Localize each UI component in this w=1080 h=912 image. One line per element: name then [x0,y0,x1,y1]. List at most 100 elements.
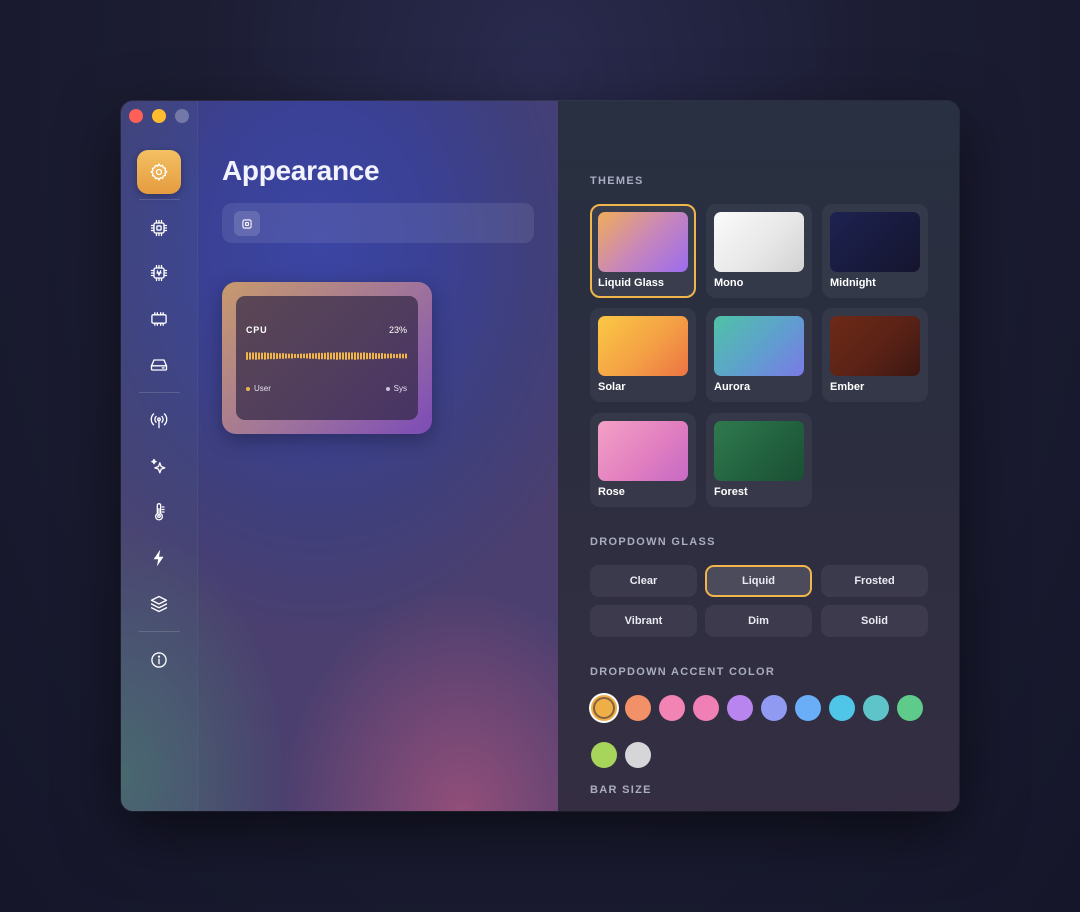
usage-bar [285,353,287,359]
glass-option-clear[interactable]: Clear [590,565,697,597]
usage-bar [354,352,356,360]
usage-bar [375,353,377,359]
usage-bar [327,352,329,360]
theme-card-liquid-glass[interactable]: Liquid Glass [590,204,696,298]
gear-icon [150,163,168,181]
sidebar-item-network[interactable] [137,399,181,443]
theme-card-rose[interactable]: Rose [590,413,696,507]
usage-bar [369,352,371,360]
usage-bar [333,352,335,360]
usage-bar [306,353,308,359]
legend-sys: Sys [385,384,407,393]
usage-bar [366,352,368,360]
sidebar-item-ai[interactable] [137,445,181,489]
accent-color-swatch[interactable] [897,695,923,721]
theme-preview: CPU 23% User Sys [222,282,432,434]
usage-bar [309,353,311,359]
close-button[interactable] [129,109,143,123]
usage-bar [330,352,332,360]
theme-card-aurora[interactable]: Aurora [706,308,812,402]
accent-color-swatch[interactable] [591,742,617,768]
usage-bar [342,352,344,360]
glass-option-vibrant[interactable]: Vibrant [590,605,697,637]
info-icon [151,652,167,668]
glass-option-dim[interactable]: Dim [705,605,812,637]
usage-bar [387,353,389,359]
sidebar-item-temperature[interactable] [137,490,181,534]
minimize-button[interactable] [152,109,166,123]
theme-card-forest[interactable]: Forest [706,413,812,507]
accent-color-swatch[interactable] [591,695,617,721]
accent-color-swatch[interactable] [625,695,651,721]
thermometer-icon [155,503,165,521]
theme-swatch [598,421,688,481]
sidebar-item-cpu[interactable] [137,206,181,250]
theme-name: Rose [598,486,625,498]
glass-option-solid[interactable]: Solid [821,605,928,637]
theme-name: Solar [598,381,626,393]
sidebar-divider [139,392,180,393]
dropdown-glass-heading: DROPDOWN GLASS [590,536,716,548]
theme-card-ember[interactable]: Ember [822,308,928,402]
usage-bar [345,352,347,360]
usage-bar [264,352,266,360]
glass-option-liquid[interactable]: Liquid [705,565,812,597]
usage-bar [384,353,386,359]
accent-color-swatch[interactable] [863,695,889,721]
usage-bar [276,353,278,359]
preview-cpu-label: CPU [246,325,268,335]
usage-bar [288,353,290,359]
theme-card-midnight[interactable]: Midnight [822,204,928,298]
sidebar-item-settings[interactable] [137,150,181,194]
usage-bar [282,353,284,359]
sidebar-item-about[interactable] [137,638,181,682]
sidebar-item-power[interactable] [137,536,181,580]
sidebar-item-memory[interactable] [137,297,181,341]
usage-bar [393,353,395,359]
lightning-icon [153,549,164,567]
accent-color-swatch[interactable] [693,695,719,721]
usage-bar [336,352,338,360]
accent-color-swatch[interactable] [761,695,787,721]
usage-bar [321,352,323,360]
usage-bar [258,352,260,360]
themes-heading: THEMES [590,175,644,187]
usage-bar [339,352,341,360]
usage-bar [378,353,380,359]
usage-bar [312,353,314,359]
sidebar-item-layers[interactable] [137,582,181,626]
accent-color-swatch[interactable] [727,695,753,721]
theme-name: Ember [830,381,865,393]
glass-option-frosted[interactable]: Frosted [821,565,928,597]
accent-color-swatch[interactable] [659,695,685,721]
toolbar-bar[interactable] [222,203,534,243]
usage-bar [399,353,401,359]
preview-cpu-value: 23% [388,325,407,335]
sidebar-item-disk[interactable] [137,343,181,387]
legend-user-label: User [254,384,271,393]
theme-name: Forest [714,486,748,498]
sidebar-item-gpu[interactable] [137,251,181,295]
usage-bar [294,353,296,359]
window-controls [129,109,189,123]
usage-bar [381,353,383,359]
usage-bar [348,352,350,360]
usage-bar [252,352,254,360]
theme-swatch [714,316,804,376]
usage-bars-graphic [246,352,407,360]
usage-bar [297,353,299,358]
accent-color-swatch[interactable] [829,695,855,721]
theme-card-mono[interactable]: Mono [706,204,812,298]
accent-color-swatch[interactable] [625,742,651,768]
usage-bar [267,352,269,360]
theme-swatch [830,212,920,272]
zoom-button[interactable] [175,109,189,123]
theme-name: Liquid Glass [598,277,665,289]
theme-card-solar[interactable]: Solar [590,308,696,402]
toolbar-chip-button[interactable] [234,211,260,236]
preview-dropdown: CPU 23% User Sys [236,296,418,420]
usage-bar [249,352,251,360]
accent-color-swatch[interactable] [795,695,821,721]
theme-name: Aurora [714,381,751,393]
usage-bar [279,353,281,359]
